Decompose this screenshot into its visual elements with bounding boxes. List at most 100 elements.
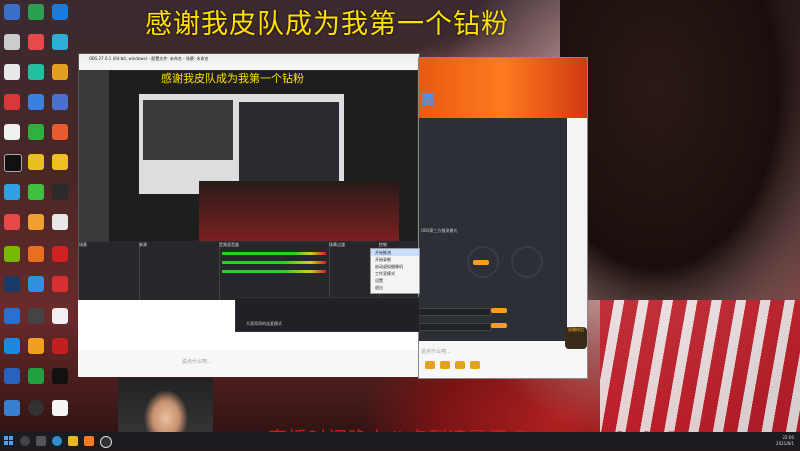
desktop-icon[interactable] bbox=[52, 246, 68, 262]
desktop-icon[interactable] bbox=[28, 184, 44, 200]
desktop-icon[interactable] bbox=[28, 246, 44, 262]
desktop-icon[interactable] bbox=[28, 64, 44, 80]
desktop-icon[interactable] bbox=[52, 276, 68, 292]
nested-obs-preview bbox=[143, 100, 233, 160]
desktop-icon[interactable] bbox=[52, 368, 68, 384]
start-button[interactable] bbox=[4, 436, 14, 446]
obs-tool-sidebar[interactable] bbox=[79, 70, 109, 242]
select-button[interactable] bbox=[473, 260, 489, 265]
toolbar-icon[interactable] bbox=[425, 361, 435, 369]
banner-graphic: 赛 bbox=[421, 93, 435, 109]
audio-meter bbox=[222, 261, 326, 264]
menu-item-start-record[interactable]: 开始录制 bbox=[371, 256, 419, 263]
obs-preview[interactable] bbox=[109, 71, 417, 241]
mode-dialog[interactable]: 大表哥哥的连麦模式 bbox=[235, 297, 420, 332]
desktop-icon[interactable] bbox=[4, 94, 20, 110]
app-chat-input[interactable]: 说点什么吧... bbox=[421, 348, 451, 355]
desktop-icon[interactable] bbox=[4, 124, 20, 140]
mode-option[interactable] bbox=[511, 246, 543, 278]
desktop-icon[interactable] bbox=[52, 308, 68, 324]
desktop-icon[interactable] bbox=[28, 4, 44, 20]
scenes-panel[interactable]: 场景 bbox=[79, 242, 140, 301]
desktop-icon[interactable] bbox=[4, 4, 20, 20]
desktop-icon[interactable] bbox=[28, 368, 44, 384]
app-banner: 赛 bbox=[419, 58, 587, 118]
menu-item-virtual-camera[interactable]: 启动虚拟摄像机 bbox=[371, 263, 419, 270]
obs-icon[interactable] bbox=[100, 436, 112, 448]
desktop-icon[interactable] bbox=[52, 4, 68, 20]
task-view-icon[interactable] bbox=[36, 436, 46, 446]
toolbar-icon[interactable] bbox=[470, 361, 480, 369]
audio-mixer-panel[interactable]: 音频混音器 bbox=[219, 242, 330, 301]
server-url-field[interactable] bbox=[419, 308, 491, 316]
taskbar: 22:00 2021/8/1 bbox=[0, 432, 800, 450]
sources-panel-label: 来源 bbox=[139, 242, 147, 247]
obs-preview-overlay-text: 感谢我皮队成为我第一个钻粉 bbox=[161, 72, 304, 85]
desktop-icon[interactable] bbox=[52, 338, 68, 354]
desktop-icon[interactable] bbox=[52, 124, 68, 140]
audio-meter bbox=[222, 270, 326, 273]
desktop-icon[interactable] bbox=[52, 214, 68, 230]
copy-button[interactable] bbox=[491, 323, 507, 328]
desktop-icon[interactable] bbox=[28, 34, 44, 50]
nested-app-preview bbox=[239, 102, 339, 182]
desktop-icon[interactable] bbox=[28, 124, 44, 140]
desktop-icons bbox=[0, 0, 76, 432]
wallpaper-hair bbox=[560, 0, 800, 300]
chat-input-strip: 说点什么吧... bbox=[78, 350, 418, 377]
menu-item-studio-mode[interactable]: 工作室模式 bbox=[371, 270, 419, 277]
desktop-icon[interactable] bbox=[28, 338, 44, 354]
desktop-icon[interactable] bbox=[52, 400, 68, 416]
desktop-icon[interactable] bbox=[4, 64, 20, 80]
dialog-label: 大表哥哥的连麦模式 bbox=[246, 321, 282, 326]
obs-dock-panels: 场景 来源 音频混音器 场景过渡 控制 bbox=[79, 242, 420, 302]
stream-key-field[interactable] bbox=[419, 323, 491, 331]
menu-item-exit[interactable]: 退出 bbox=[371, 284, 419, 291]
sources-panel[interactable]: 来源 bbox=[139, 242, 220, 301]
obs-window[interactable]: OBS 27.0.1 (64-bit, windows) - 配置文件: 未命名… bbox=[78, 53, 420, 302]
desktop-icon[interactable] bbox=[52, 184, 68, 200]
app-main-panel: OBS第三方推流模式 bbox=[419, 118, 567, 358]
desktop-icon[interactable] bbox=[4, 184, 20, 200]
search-icon[interactable] bbox=[20, 436, 30, 446]
desktop-icon[interactable] bbox=[28, 400, 44, 416]
desktop-icon[interactable] bbox=[52, 64, 68, 80]
desktop-icon[interactable] bbox=[28, 214, 44, 230]
edge-icon[interactable] bbox=[52, 436, 62, 446]
desktop-icon[interactable] bbox=[4, 368, 20, 384]
desktop-icon[interactable] bbox=[4, 400, 20, 416]
folder-icon[interactable] bbox=[68, 436, 78, 446]
preview-wallpaper bbox=[199, 181, 399, 241]
stream-overlay-title: 感谢我皮队成为我第一个钻粉 bbox=[145, 9, 509, 40]
desktop-icon[interactable] bbox=[28, 276, 44, 292]
audio-meter bbox=[222, 252, 326, 255]
toolbar-icon[interactable] bbox=[440, 361, 450, 369]
desktop-icon[interactable] bbox=[52, 94, 68, 110]
desktop-icon[interactable] bbox=[28, 154, 44, 170]
clock-date: 2021/8/1 bbox=[776, 441, 794, 446]
system-clock[interactable]: 22:00 2021/8/1 bbox=[776, 435, 794, 447]
desktop-icon[interactable] bbox=[4, 338, 20, 354]
desktop-icon[interactable] bbox=[4, 214, 20, 230]
toolbar-icon[interactable] bbox=[455, 361, 465, 369]
live-companion-badge[interactable]: 直播伴侣 bbox=[565, 327, 587, 349]
desktop-icon[interactable] bbox=[28, 94, 44, 110]
obs-menu-bar[interactable] bbox=[79, 63, 419, 70]
desktop-icon[interactable] bbox=[4, 276, 20, 292]
desktop-icon[interactable] bbox=[4, 308, 20, 324]
desktop-icon[interactable] bbox=[4, 154, 22, 172]
chat-input[interactable]: 说点什么吧... bbox=[182, 358, 212, 365]
streaming-app-window[interactable]: 赛 OBS第三方推流模式 说点什么吧... bbox=[418, 57, 588, 379]
app-icon[interactable] bbox=[84, 436, 94, 446]
desktop-icon[interactable] bbox=[4, 246, 20, 262]
audio-mixer-label: 音频混音器 bbox=[219, 242, 239, 247]
desktop-icon[interactable] bbox=[52, 154, 68, 170]
obs-context-menu[interactable]: 开始推流 开始录制 启动虚拟摄像机 工作室模式 设置 退出 bbox=[370, 248, 420, 294]
app-chat-bar: 说点什么吧... bbox=[419, 341, 587, 378]
menu-item-start-stream[interactable]: 开始推流 bbox=[371, 249, 419, 256]
desktop-icon[interactable] bbox=[4, 34, 20, 50]
desktop-icon[interactable] bbox=[52, 34, 68, 50]
copy-button[interactable] bbox=[491, 308, 507, 313]
menu-item-settings[interactable]: 设置 bbox=[371, 277, 419, 284]
desktop-icon[interactable] bbox=[28, 308, 44, 324]
